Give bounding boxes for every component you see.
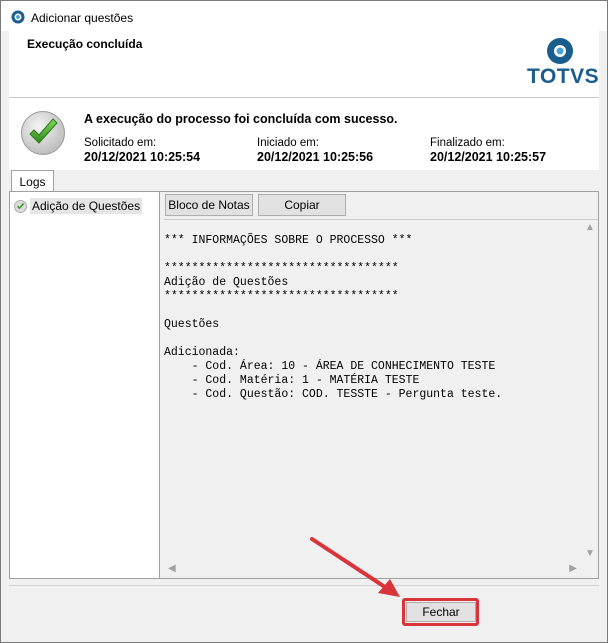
scroll-up-icon[interactable]: ▲ <box>585 222 595 233</box>
scroll-right-icon[interactable]: ▶ <box>569 563 577 574</box>
finished-label: Finalizado em: <box>430 137 505 149</box>
annotation-arrow-icon <box>310 537 400 597</box>
success-check-icon <box>21 111 65 155</box>
title-bar[interactable]: Adicionar questões <box>1 1 607 31</box>
finished-value: 20/12/2021 10:25:57 <box>430 150 547 164</box>
status-message: A execução do processo foi concluída com… <box>84 112 398 126</box>
logs-panel: Adição de Questões Bloco de Notas Copiar… <box>9 191 599 579</box>
log-text-area[interactable]: *** INFORMAÇÕES SOBRE O PROCESSO *** ***… <box>164 219 598 578</box>
totvs-logo-text: TOTVS <box>527 65 600 88</box>
tree-item-adicao-de-questoes[interactable]: Adição de Questões <box>14 198 143 214</box>
notepad-button[interactable]: Bloco de Notas <box>165 194 253 216</box>
totvs-logo-icon <box>547 38 573 64</box>
requested-time: Solicitado em: 20/12/2021 10:25:54 <box>84 137 200 164</box>
totvs-logo: TOTVS <box>527 37 600 97</box>
started-time: Iniciado em: 20/12/2021 10:25:56 <box>257 137 373 164</box>
check-icon <box>14 199 27 213</box>
header-band: Execução concluída TOTVS <box>9 31 599 98</box>
scroll-down-icon[interactable]: ▼ <box>585 548 595 559</box>
finished-time: Finalizado em: 20/12/2021 10:25:57 <box>430 137 546 164</box>
started-label: Iniciado em: <box>257 137 320 149</box>
requested-value: 20/12/2021 10:25:54 <box>84 150 201 164</box>
app-icon <box>11 10 25 24</box>
dialog-window: Adicionar questões Execução concluída TO… <box>0 0 608 643</box>
tree-item-label: Adição de Questões <box>30 198 143 214</box>
process-tree: Adição de Questões <box>10 192 160 578</box>
copy-button[interactable]: Copiar <box>258 194 346 216</box>
requested-label: Solicitado em: <box>84 137 157 149</box>
status-band: A execução do processo foi concluída com… <box>9 98 599 170</box>
log-text: *** INFORMAÇÕES SOBRE O PROCESSO *** ***… <box>164 234 503 401</box>
close-button-highlight <box>402 598 479 626</box>
footer-divider <box>9 585 599 586</box>
scroll-left-icon[interactable]: ◀ <box>168 563 176 574</box>
page-title: Execução concluída <box>27 37 143 51</box>
vertical-scrollbar[interactable]: ▲ ▼ <box>581 220 598 561</box>
started-value: 20/12/2021 10:25:56 <box>257 150 374 164</box>
tab-logs[interactable]: Logs <box>11 170 54 192</box>
window-title: Adicionar questões <box>31 11 134 25</box>
